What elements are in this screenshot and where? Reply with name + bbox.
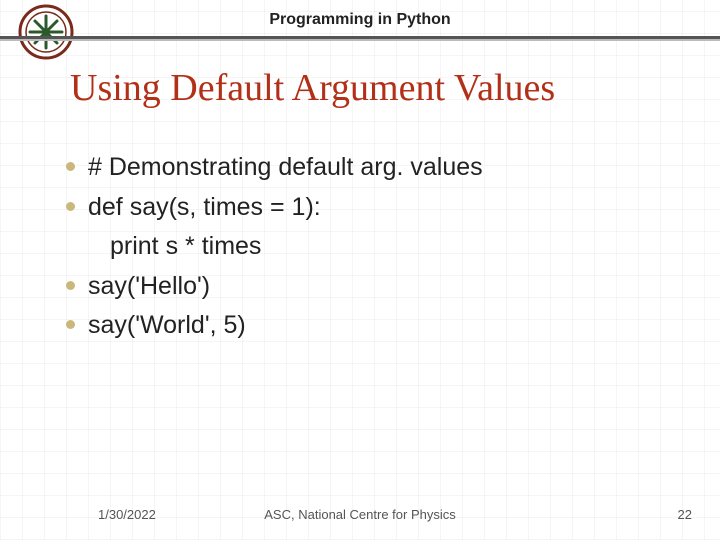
page-number: 22	[678, 507, 692, 522]
code-text: def say(s, times = 1):	[88, 193, 321, 221]
header-separator	[0, 36, 720, 41]
bullet-icon	[66, 202, 75, 211]
bullet-icon	[66, 320, 75, 329]
footer-center: ASC, National Centre for Physics	[0, 507, 720, 522]
code-line: print s * times	[88, 229, 680, 265]
bullet-icon	[66, 281, 75, 290]
slide-title: Using Default Argument Values	[70, 66, 555, 110]
code-text: print s * times	[110, 232, 261, 260]
slide-body: # Demonstrating default arg. values def …	[88, 150, 680, 348]
bullet-icon	[66, 162, 75, 171]
code-text: say('Hello')	[88, 272, 210, 300]
institution-seal-icon	[18, 4, 74, 60]
slide: Programming in Python Using Default Argu…	[0, 0, 720, 540]
code-text: say('World', 5)	[88, 311, 246, 339]
code-line: say('World', 5)	[88, 308, 680, 344]
code-line: # Demonstrating default arg. values	[88, 150, 680, 186]
course-title: Programming in Python	[0, 11, 720, 29]
code-line: def say(s, times = 1):	[88, 190, 680, 226]
code-text: # Demonstrating default arg. values	[88, 153, 483, 181]
code-line: say('Hello')	[88, 269, 680, 305]
